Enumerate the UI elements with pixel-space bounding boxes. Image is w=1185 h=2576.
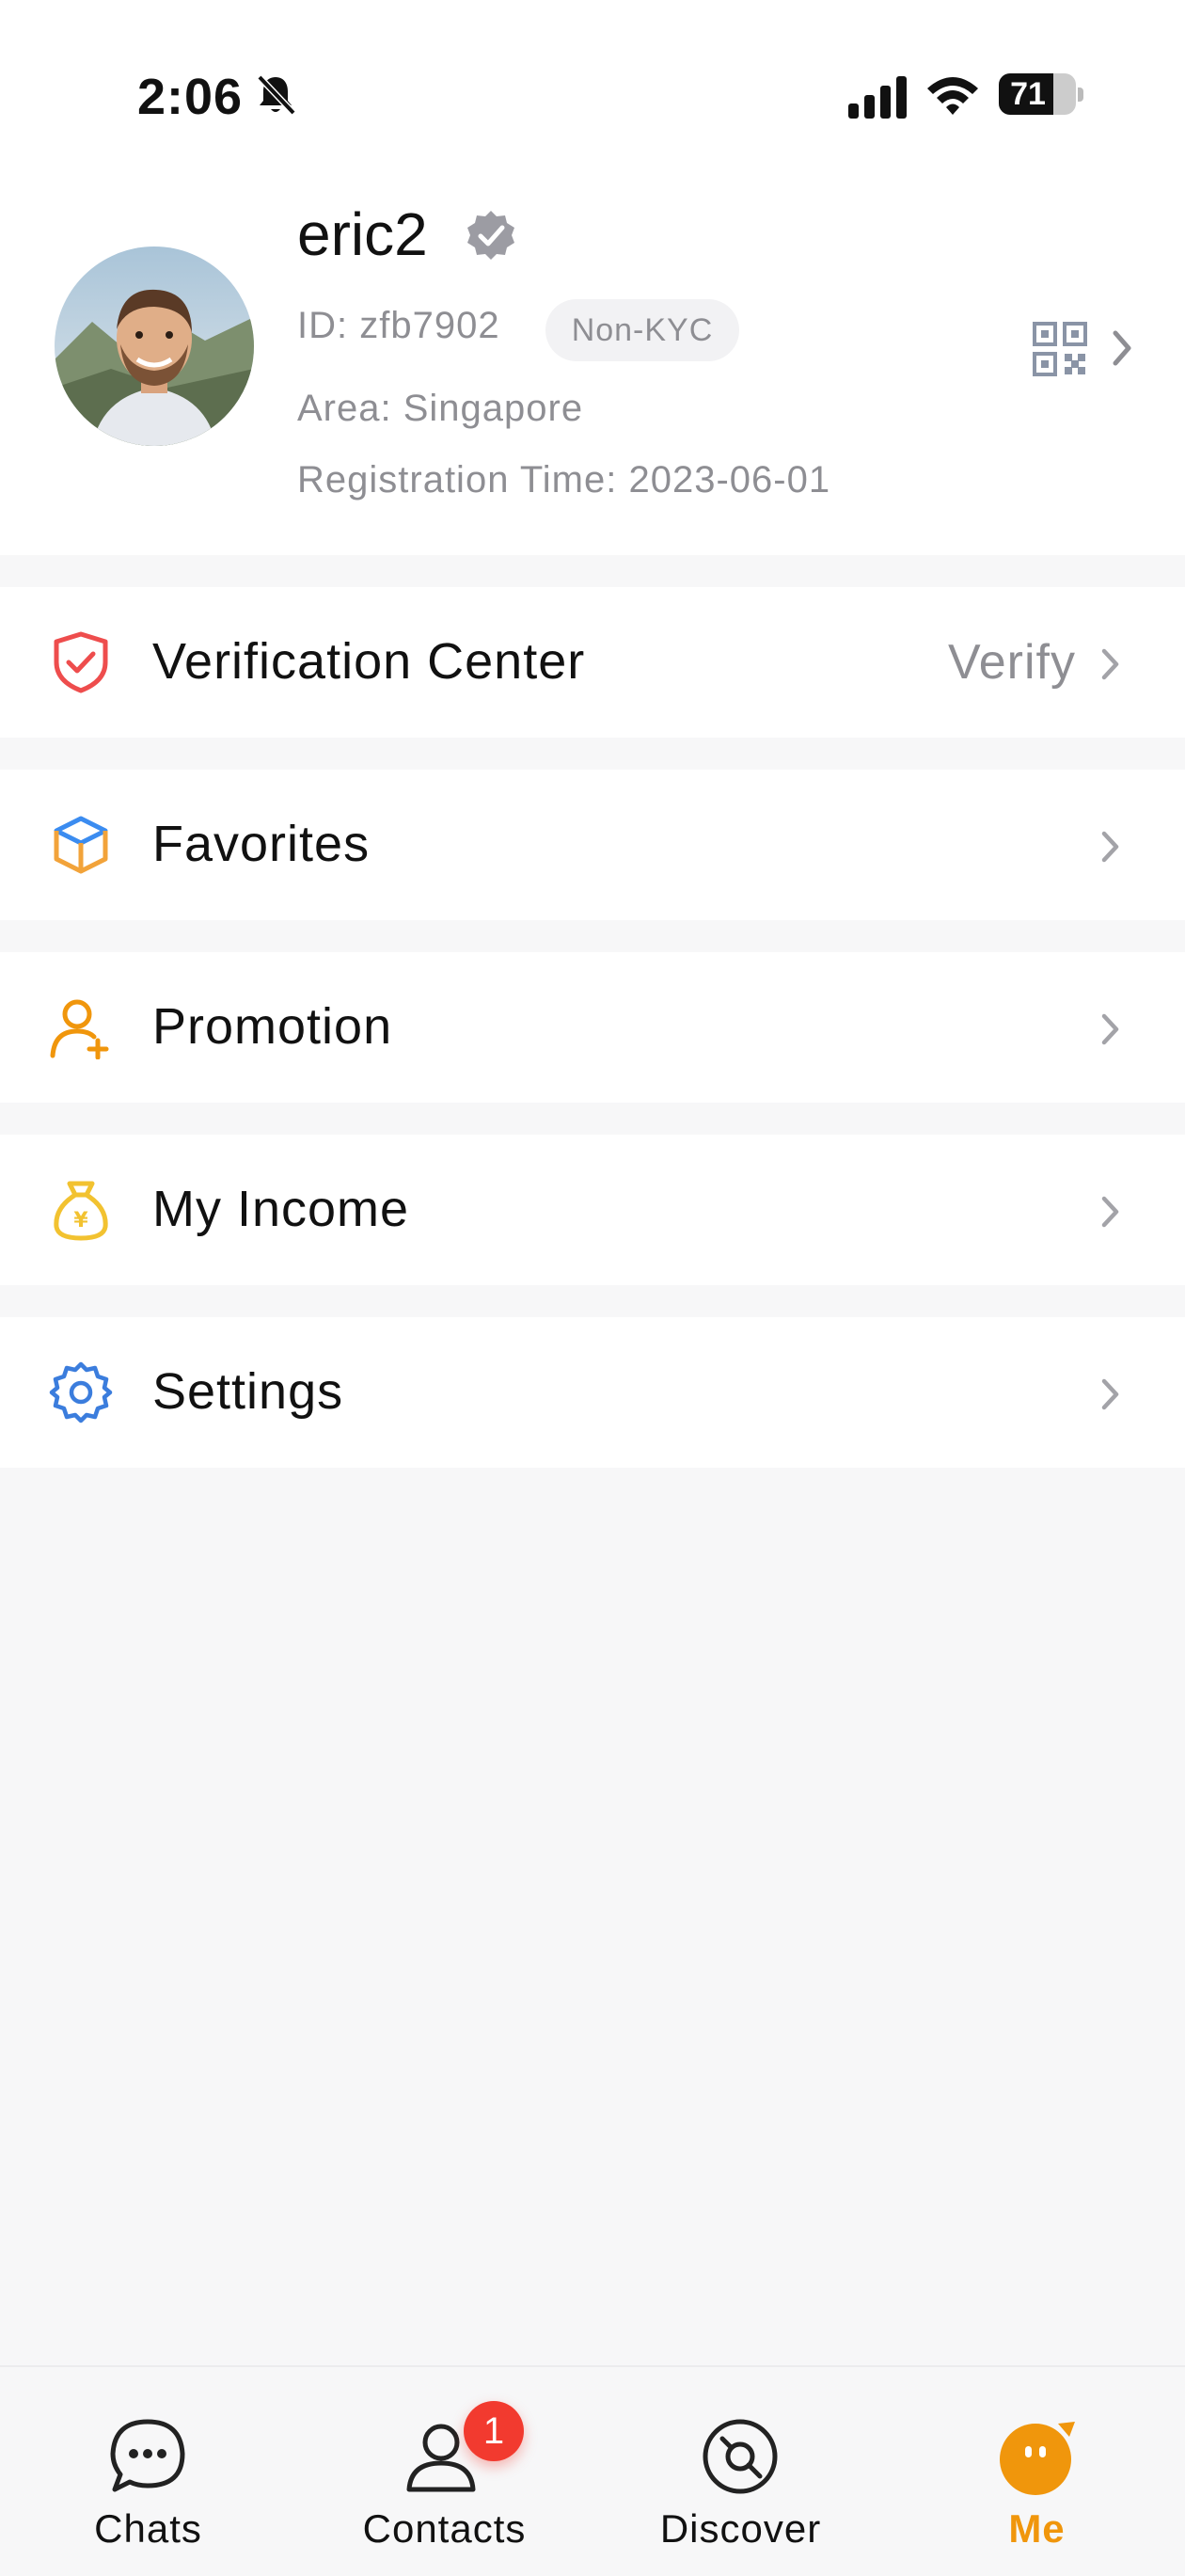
compass-icon — [703, 2419, 778, 2494]
menu-item-favorites[interactable]: Favorites — [0, 770, 1185, 920]
menu-item-verification-center[interactable]: Verification Center Verify — [0, 587, 1185, 738]
qr-code-icon[interactable] — [1033, 322, 1087, 376]
menu-item-promotion[interactable]: Promotion — [0, 952, 1185, 1103]
money-bag-icon: ¥ — [54, 1181, 108, 1241]
me-icon — [1000, 2422, 1075, 2495]
chevron-right-icon[interactable] — [1110, 327, 1136, 369]
chevron-right-icon — [1101, 831, 1119, 863]
svg-text:¥: ¥ — [73, 1209, 88, 1232]
menu-value: Verify — [947, 635, 1076, 690]
menu-item-settings[interactable]: Settings — [0, 1317, 1185, 1468]
battery-icon: 71 — [999, 73, 1083, 117]
kyc-status-badge: Non-KYC — [545, 299, 739, 361]
user-id: ID: zfb7902 — [297, 305, 500, 346]
menu-label: Promotion — [152, 998, 393, 1055]
status-bar: 2:06 71 — [0, 0, 1185, 188]
gear-icon — [49, 1361, 113, 1423]
shield-check-icon — [54, 631, 108, 693]
battery-level: 71 — [1010, 76, 1046, 112]
tab-label: Discover — [659, 2506, 822, 2551]
tab-chats[interactable]: Chats — [0, 2367, 296, 2576]
chevron-right-icon — [1101, 1196, 1119, 1228]
avatar[interactable] — [55, 246, 254, 446]
tab-contacts[interactable]: 1 Contacts — [296, 2367, 592, 2576]
profile-header[interactable]: eric2 ID: zfb7902 Non-KYC Area: Singapor… — [0, 188, 1185, 555]
user-area: Area: Singapore — [297, 388, 584, 429]
chat-bubble-icon — [110, 2419, 185, 2492]
menu-label: Verification Center — [152, 633, 586, 690]
bottom-tab-bar: Chats 1 Contacts Discover Me — [0, 2365, 1185, 2576]
tab-me[interactable]: Me — [889, 2367, 1185, 2576]
menu-label: Settings — [152, 1363, 344, 1420]
cube-icon — [54, 816, 108, 874]
chevron-right-icon — [1101, 648, 1119, 680]
registration-time: Registration Time: 2023-06-01 — [297, 459, 831, 501]
username: eric2 — [297, 200, 428, 268]
menu-item-my-income[interactable]: ¥ My Income — [0, 1135, 1185, 1285]
wifi-icon — [927, 77, 978, 115]
menu-label: Favorites — [152, 816, 371, 872]
signal-icon — [848, 76, 907, 119]
chevron-right-icon — [1101, 1378, 1119, 1410]
status-time: 2:06 — [137, 69, 244, 125]
menu-label: My Income — [152, 1181, 410, 1237]
tab-label: Contacts — [362, 2506, 527, 2551]
user-add-icon — [50, 999, 109, 1059]
tab-discover[interactable]: Discover — [592, 2367, 889, 2576]
chevron-right-icon — [1101, 1013, 1119, 1045]
bell-slash-icon — [257, 74, 296, 116]
verified-icon — [467, 211, 514, 260]
contacts-badge: 1 — [464, 2401, 524, 2461]
tab-label: Chats — [94, 2506, 202, 2551]
tab-label: Me — [1008, 2506, 1066, 2551]
